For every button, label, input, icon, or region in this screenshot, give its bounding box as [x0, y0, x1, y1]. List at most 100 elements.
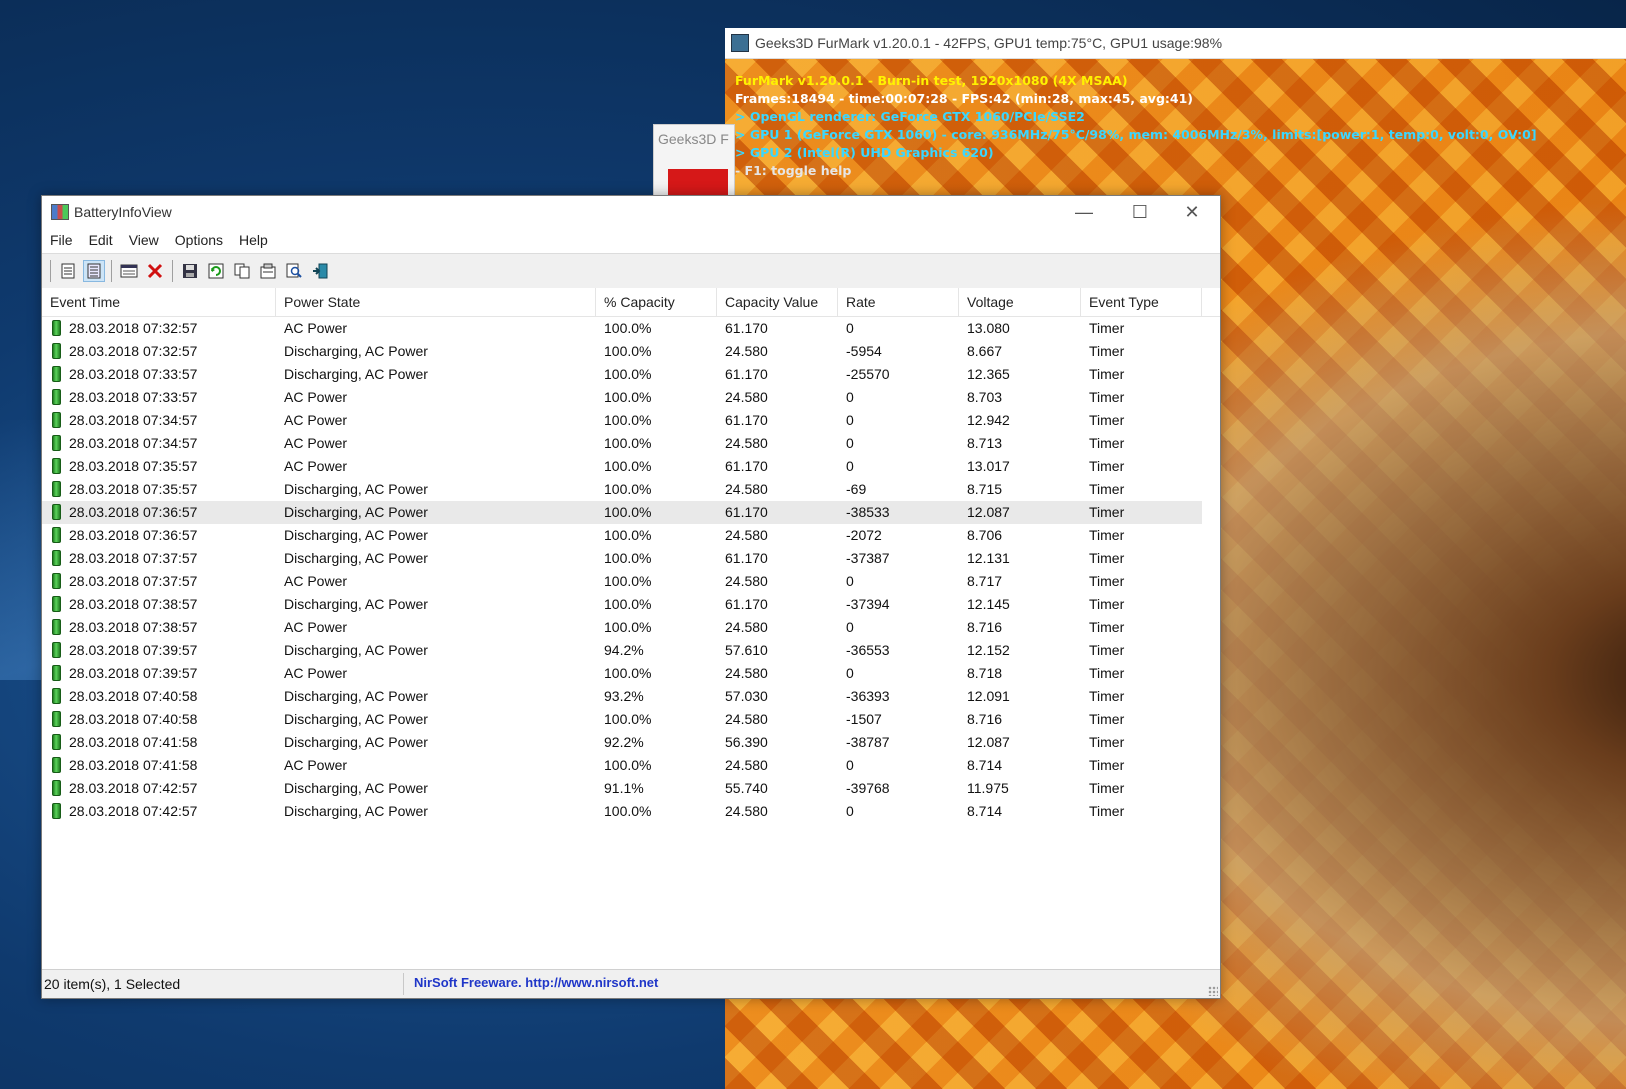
hud-line: > GPU 2 (Intel(R) UHD Graphics 620) [735, 145, 994, 160]
cell-power-state: Discharging, AC Power [284, 366, 428, 382]
column-header-voltage[interactable]: Voltage [959, 288, 1081, 316]
table-row[interactable]: 28.03.2018 07:34:57 AC Power 100.0% 24.580 0… [42, 432, 1220, 455]
exit-icon[interactable] [309, 260, 331, 282]
background-window-title: Geeks3D F [658, 131, 729, 147]
refresh-icon[interactable] [205, 260, 227, 282]
toolbar [42, 253, 1220, 289]
cell-capacity-percent: 100.0% [604, 412, 652, 428]
cell-event-time: 28.03.2018 07:34:57 [69, 412, 198, 428]
battery-icon [52, 734, 61, 750]
details-icon[interactable] [83, 260, 105, 282]
cell-capacity-percent: 100.0% [604, 711, 652, 727]
battery-icon [52, 688, 61, 704]
table-row[interactable]: 28.03.2018 07:41:58 Discharging, AC Power… [42, 731, 1220, 754]
cell-voltage: 8.716 [967, 619, 1003, 635]
resize-grip[interactable] [1208, 986, 1218, 996]
cell-capacity-percent: 100.0% [604, 435, 652, 451]
titlebar[interactable]: BatteryInfoView — ☐ ✕ [42, 196, 1220, 228]
menu-help[interactable]: Help [231, 232, 276, 248]
cell-capacity-value: 24.580 [725, 389, 768, 405]
delete-icon[interactable] [144, 260, 166, 282]
cell-event-type: Timer [1089, 757, 1125, 773]
column-header-event-time[interactable]: Event Time [42, 288, 276, 316]
background-window[interactable]: Geeks3D F [653, 124, 735, 196]
cell-capacity-value: 24.580 [725, 803, 768, 819]
nirsoft-link[interactable]: NirSoft Freeware. http://www.nirsoft.net [414, 970, 658, 996]
cell-power-state: AC Power [284, 665, 348, 681]
toolbar-separator [111, 260, 112, 282]
cell-rate: -37394 [846, 596, 890, 612]
cell-voltage: 8.706 [967, 527, 1003, 543]
background-window-thumbnail [668, 169, 728, 195]
cell-rate: -36553 [846, 642, 890, 658]
table-row[interactable]: 28.03.2018 07:37:57 AC Power 100.0% 24.580 0… [42, 570, 1220, 593]
events-list[interactable]: Event Time Power State % Capacity Capaci… [42, 288, 1220, 969]
cell-capacity-value: 24.580 [725, 481, 768, 497]
cell-voltage: 12.131 [967, 550, 1010, 566]
column-header-capacity-value[interactable]: Capacity Value [717, 288, 838, 316]
cell-voltage: 12.365 [967, 366, 1010, 382]
cell-event-time: 28.03.2018 07:32:57 [69, 343, 198, 359]
cell-rate: 0 [846, 435, 854, 451]
table-row[interactable]: 28.03.2018 07:32:57 Discharging, AC Power… [42, 340, 1220, 363]
cell-voltage: 12.942 [967, 412, 1010, 428]
table-row[interactable]: 28.03.2018 07:40:58 Discharging, AC Power… [42, 685, 1220, 708]
column-header-capacity-percent[interactable]: % Capacity [596, 288, 717, 316]
table-row[interactable]: 28.03.2018 07:37:57 Discharging, AC Power… [42, 547, 1220, 570]
table-row[interactable]: 28.03.2018 07:39:57 Discharging, AC Power… [42, 639, 1220, 662]
hud-line: FurMark v1.20.0.1 - Burn-in test, 1920x1… [735, 73, 1128, 88]
battery-icon [52, 389, 61, 405]
table-row[interactable]: 28.03.2018 07:39:57 AC Power 100.0% 24.580 0… [42, 662, 1220, 685]
cell-voltage: 12.145 [967, 596, 1010, 612]
column-header-rate[interactable]: Rate [838, 288, 959, 316]
table-row[interactable]: 28.03.2018 07:35:57 AC Power 100.0% 61.170 0… [42, 455, 1220, 478]
table-row[interactable]: 28.03.2018 07:38:57 Discharging, AC Power… [42, 593, 1220, 616]
menu-edit[interactable]: Edit [81, 232, 121, 248]
cell-rate: -38787 [846, 734, 890, 750]
menu-file[interactable]: File [42, 232, 81, 248]
save-icon[interactable] [179, 260, 201, 282]
cell-voltage: 13.017 [967, 458, 1010, 474]
menu-options[interactable]: Options [167, 232, 231, 248]
find-icon[interactable] [283, 260, 305, 282]
cell-rate: 0 [846, 803, 854, 819]
menu-view[interactable]: View [121, 232, 167, 248]
table-row[interactable]: 28.03.2018 07:41:58 AC Power 100.0% 24.580 0… [42, 754, 1220, 777]
table-row[interactable]: 28.03.2018 07:36:57 Discharging, AC Power… [42, 501, 1202, 524]
cell-event-time: 28.03.2018 07:39:57 [69, 642, 198, 658]
cell-event-type: Timer [1089, 665, 1125, 681]
close-button[interactable]: ✕ [1164, 196, 1220, 228]
cell-rate: 0 [846, 389, 854, 405]
cell-rate: -37387 [846, 550, 890, 566]
cell-power-state: Discharging, AC Power [284, 504, 428, 520]
furmark-title: Geeks3D FurMark v1.20.0.1 - 42FPS, GPU1 … [755, 35, 1223, 51]
furmark-titlebar[interactable]: Geeks3D FurMark v1.20.0.1 - 42FPS, GPU1 … [725, 28, 1626, 59]
minimize-button[interactable]: — [1056, 196, 1112, 228]
table-row[interactable]: 28.03.2018 07:38:57 AC Power 100.0% 24.580 0… [42, 616, 1220, 639]
batteryinfoview-window[interactable]: BatteryInfoView — ☐ ✕ File Edit View Opt… [41, 195, 1221, 999]
copy-icon[interactable] [231, 260, 253, 282]
table-row[interactable]: 28.03.2018 07:42:57 Discharging, AC Power… [42, 800, 1220, 823]
cell-capacity-value: 61.170 [725, 366, 768, 382]
cell-capacity-percent: 93.2% [604, 688, 644, 704]
cell-event-time: 28.03.2018 07:38:57 [69, 596, 198, 612]
table-row[interactable]: 28.03.2018 07:32:57 AC Power 100.0% 61.170 0… [42, 317, 1220, 340]
cell-voltage: 12.152 [967, 642, 1010, 658]
list-icon[interactable] [57, 260, 79, 282]
table-row[interactable]: 28.03.2018 07:36:57 Discharging, AC Power… [42, 524, 1220, 547]
window-icon[interactable] [118, 260, 140, 282]
battery-icon [52, 550, 61, 566]
column-header-power-state[interactable]: Power State [276, 288, 596, 316]
table-row[interactable]: 28.03.2018 07:33:57 AC Power 100.0% 24.580 0… [42, 386, 1220, 409]
table-row[interactable]: 28.03.2018 07:42:57 Discharging, AC Power… [42, 777, 1220, 800]
properties-icon[interactable] [257, 260, 279, 282]
table-row[interactable]: 28.03.2018 07:33:57 Discharging, AC Power… [42, 363, 1220, 386]
cell-power-state: Discharging, AC Power [284, 527, 428, 543]
table-row[interactable]: 28.03.2018 07:40:58 Discharging, AC Power… [42, 708, 1220, 731]
table-row[interactable]: 28.03.2018 07:35:57 Discharging, AC Power… [42, 478, 1220, 501]
table-row[interactable]: 28.03.2018 07:34:57 AC Power 100.0% 61.170 0… [42, 409, 1220, 432]
maximize-button[interactable]: ☐ [1112, 196, 1168, 228]
cell-capacity-percent: 94.2% [604, 642, 644, 658]
cell-rate: -39768 [846, 780, 890, 796]
column-header-event-type[interactable]: Event Type [1081, 288, 1202, 316]
